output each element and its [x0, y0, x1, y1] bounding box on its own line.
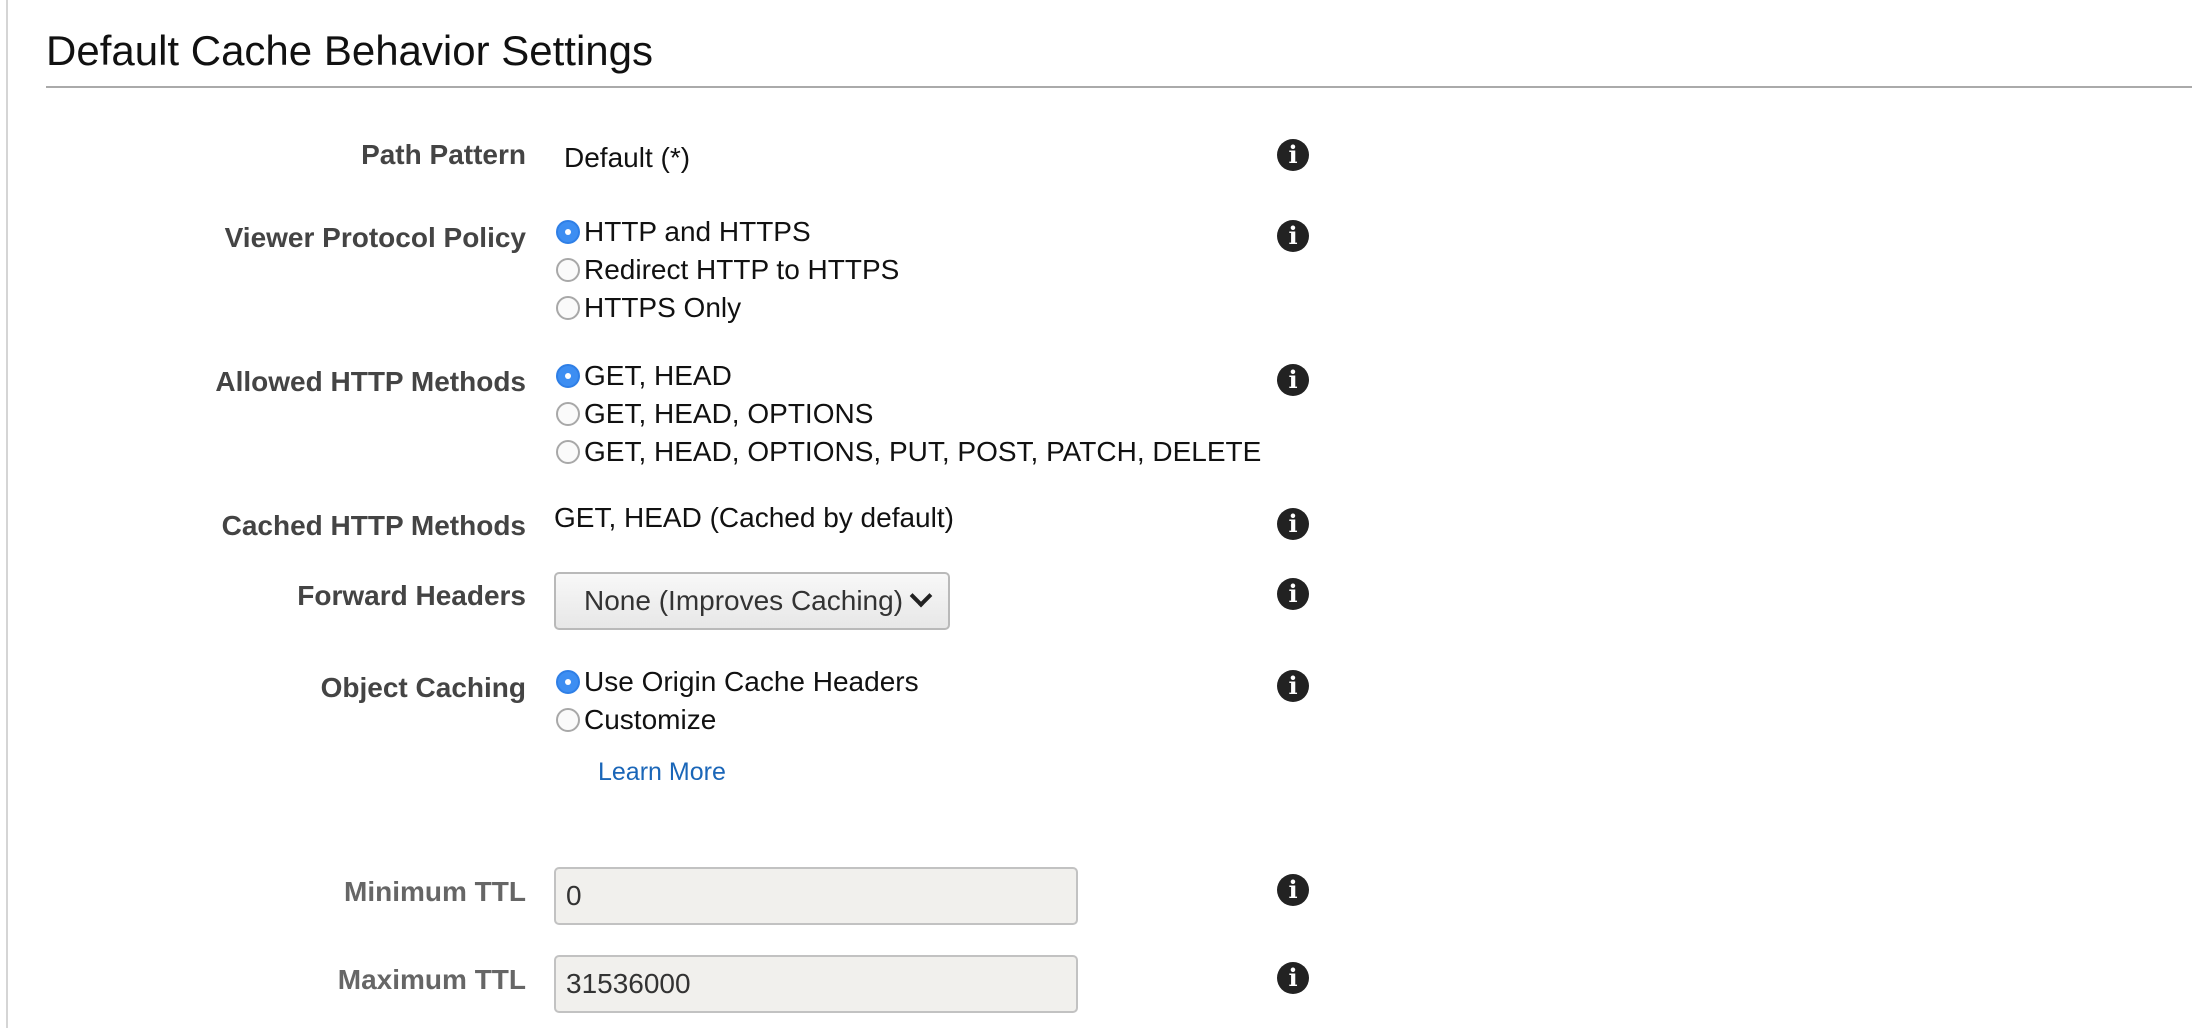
cached-http-methods-value: GET, HEAD (Cached by default): [554, 502, 954, 533]
radio-button[interactable]: [556, 402, 580, 426]
cached-http-methods-label: Cached HTTP Methods: [221, 510, 526, 541]
viewer-protocol-policy-label: Viewer Protocol Policy: [224, 222, 526, 253]
radio-label: GET, HEAD, OPTIONS: [584, 398, 874, 429]
radio-button-selected[interactable]: [556, 670, 580, 694]
viewer-protocol-option-http-and-https[interactable]: HTTP and HTTPS: [556, 214, 811, 250]
minimum-ttl-label: Minimum TTL: [344, 876, 526, 907]
path-pattern-label: Path Pattern: [361, 139, 526, 170]
forward-headers-label: Forward Headers: [297, 580, 526, 611]
info-icon[interactable]: i: [1277, 578, 1309, 610]
object-caching-label: Object Caching: [320, 672, 526, 703]
radio-label: Use Origin Cache Headers: [584, 666, 919, 697]
minimum-ttl-input[interactable]: [554, 867, 1078, 925]
radio-label: Customize: [584, 704, 717, 735]
radio-label: HTTP and HTTPS: [584, 216, 811, 247]
left-border: [6, 0, 8, 1028]
object-caching-option-customize[interactable]: Customize: [556, 702, 716, 738]
radio-label: HTTPS Only: [584, 292, 742, 323]
info-icon[interactable]: i: [1277, 670, 1309, 702]
viewer-protocol-option-https-only[interactable]: HTTPS Only: [556, 290, 741, 326]
info-icon[interactable]: i: [1277, 508, 1309, 540]
radio-label: GET, HEAD: [584, 360, 732, 391]
radio-button-selected[interactable]: [556, 364, 580, 388]
info-icon[interactable]: i: [1277, 874, 1309, 906]
radio-button[interactable]: [556, 708, 580, 732]
info-icon[interactable]: i: [1277, 962, 1309, 994]
radio-label: GET, HEAD, OPTIONS, PUT, POST, PATCH, DE…: [584, 436, 1262, 467]
title-divider: [46, 86, 2192, 88]
info-icon[interactable]: i: [1277, 220, 1309, 252]
info-icon[interactable]: i: [1277, 139, 1309, 171]
allowed-http-methods-label: Allowed HTTP Methods: [215, 366, 526, 397]
radio-label: Redirect HTTP to HTTPS: [584, 254, 900, 285]
chevron-down-icon: [909, 584, 933, 608]
allowed-methods-option-get-head-options[interactable]: GET, HEAD, OPTIONS: [556, 396, 873, 432]
allowed-methods-option-get-head[interactable]: GET, HEAD: [556, 358, 732, 394]
radio-button[interactable]: [556, 258, 580, 282]
maximum-ttl-label: Maximum TTL: [337, 964, 526, 995]
allowed-methods-option-all[interactable]: GET, HEAD, OPTIONS, PUT, POST, PATCH, DE…: [556, 434, 1261, 470]
forward-headers-selected-value: None (Improves Caching): [584, 585, 904, 616]
viewer-protocol-option-redirect[interactable]: Redirect HTTP to HTTPS: [556, 252, 899, 288]
radio-button[interactable]: [556, 440, 580, 464]
radio-button[interactable]: [556, 296, 580, 320]
info-icon[interactable]: i: [1277, 364, 1309, 396]
maximum-ttl-input[interactable]: [554, 955, 1078, 1013]
section-title: Default Cache Behavior Settings: [46, 27, 654, 74]
forward-headers-select[interactable]: None (Improves Caching): [554, 572, 950, 630]
object-caching-option-use-origin[interactable]: Use Origin Cache Headers: [556, 664, 919, 700]
radio-button-selected[interactable]: [556, 220, 580, 244]
cache-behavior-settings-page: Default Cache Behavior Settings Path Pat…: [0, 0, 2192, 1028]
path-pattern-value: Default (*): [564, 142, 691, 173]
learn-more-link[interactable]: Learn More: [598, 758, 726, 787]
